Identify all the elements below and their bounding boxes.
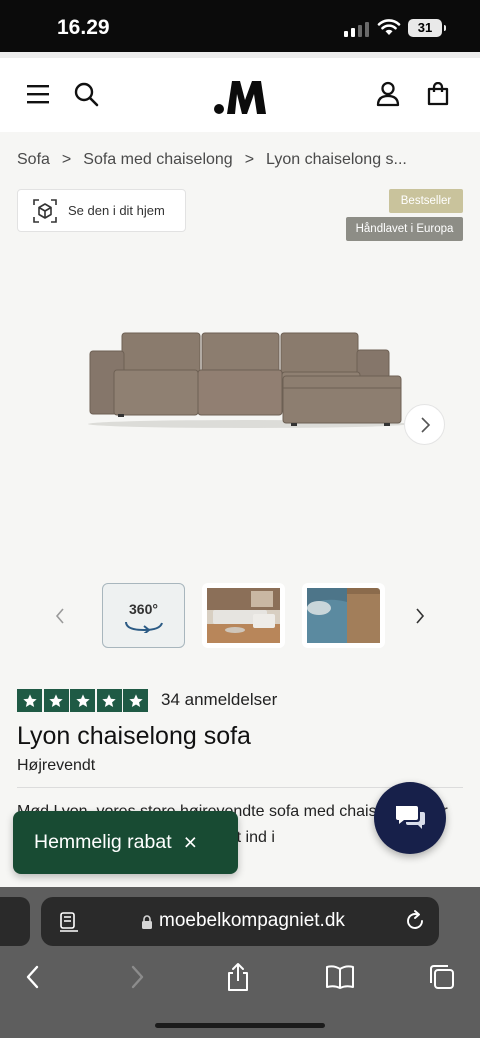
product-title: Lyon chaiselong sofa — [17, 722, 251, 750]
star-icon — [43, 689, 69, 712]
view-in-home-button[interactable]: Se den i dit hjem — [17, 189, 186, 232]
close-icon[interactable]: × — [184, 831, 197, 854]
star-icon — [96, 689, 122, 712]
back-arrow-icon — [26, 965, 39, 989]
bookmarks-button[interactable] — [325, 962, 355, 992]
thumbnail-360-label: 360° — [129, 600, 158, 617]
search-button[interactable] — [72, 80, 100, 108]
rotate-360-icon: 360° — [120, 598, 168, 634]
url-text: moebelkompagniet.dk — [159, 910, 345, 931]
user-icon — [376, 81, 400, 107]
status-bar: 16.29 31 — [0, 0, 480, 52]
share-icon — [228, 963, 248, 991]
share-button[interactable] — [223, 962, 253, 992]
forward-arrow-icon — [131, 965, 144, 989]
handmade-badge: Håndlavet i Europa — [346, 217, 463, 241]
thumbnail-360[interactable]: 360° — [102, 583, 185, 648]
menu-button[interactable] — [24, 80, 52, 108]
page: 16.29 31 Sofa > Sofa med chaiselong > Ly… — [0, 0, 480, 1038]
breadcrumb: Sofa > Sofa med chaiselong > Lyon chaiselong… — [17, 151, 407, 169]
review-count-link[interactable]: 34 anmeldelser — [161, 690, 277, 710]
reload-icon[interactable] — [404, 910, 426, 932]
reader-icon[interactable] — [59, 912, 79, 932]
breadcrumb-separator: > — [244, 151, 255, 168]
address-bar[interactable]: moebelkompagniet.dk — [41, 897, 439, 946]
view-in-home-label: Se den i dit hjem — [68, 203, 165, 218]
status-time: 16.29 — [57, 16, 110, 39]
site-header — [0, 52, 480, 132]
bestseller-badge: Bestseller — [389, 189, 463, 213]
lock-icon — [142, 915, 152, 929]
breadcrumb-link-chaiselong[interactable]: Sofa med chaiselong — [83, 151, 232, 169]
book-icon — [326, 965, 354, 989]
chat-button[interactable] — [374, 782, 446, 854]
chevron-left-icon — [55, 608, 64, 624]
secret-discount-popup[interactable]: Hemmelig rabat × — [13, 811, 238, 874]
chat-bubbles-icon — [396, 806, 425, 829]
livingroom-photo — [207, 588, 280, 643]
closeup-photo — [307, 588, 380, 643]
browser-toolbar: moebelkompagniet.dk — [0, 887, 480, 1038]
hamburger-icon — [27, 85, 49, 104]
chevron-right-icon — [416, 608, 425, 624]
previous-tab-preview[interactable] — [0, 897, 30, 946]
star-icon — [17, 689, 42, 712]
shopping-bag-icon — [427, 82, 449, 106]
secret-discount-label[interactable]: Hemmelig rabat — [34, 831, 172, 854]
image-next-button[interactable] — [404, 404, 445, 445]
product-variant: Højrevendt — [17, 757, 96, 774]
back-button[interactable] — [18, 962, 48, 992]
cart-button[interactable] — [423, 79, 453, 109]
account-button[interactable] — [373, 79, 403, 109]
thumbnails-prev-button[interactable] — [48, 603, 72, 629]
thumbnail-closeup[interactable] — [302, 583, 385, 648]
battery-indicator: 31 — [408, 19, 446, 37]
breadcrumb-link-sofa[interactable]: Sofa — [17, 151, 50, 169]
cellular-signal-icon — [344, 21, 370, 37]
breadcrumb-separator: > — [61, 151, 72, 168]
breadcrumb-current: Lyon chaiselong s... — [266, 151, 407, 168]
thumbnails-next-button[interactable] — [408, 603, 432, 629]
rating-stars[interactable] — [17, 689, 148, 712]
forward-button[interactable] — [122, 962, 152, 992]
home-indicator — [155, 1023, 325, 1028]
star-icon — [123, 689, 148, 712]
search-icon — [74, 82, 99, 107]
star-icon — [70, 689, 95, 712]
wifi-icon — [377, 19, 401, 35]
tabs-button[interactable] — [427, 962, 457, 992]
brand-logo-mark — [214, 81, 266, 114]
brand-logo[interactable] — [212, 76, 268, 116]
chevron-right-icon — [420, 416, 430, 433]
ar-cube-icon — [33, 198, 57, 223]
thumbnail-livingroom[interactable] — [202, 583, 285, 648]
rotate-arrow-icon — [124, 621, 163, 633]
product-image[interactable] — [78, 320, 408, 432]
tabs-icon — [430, 965, 454, 989]
